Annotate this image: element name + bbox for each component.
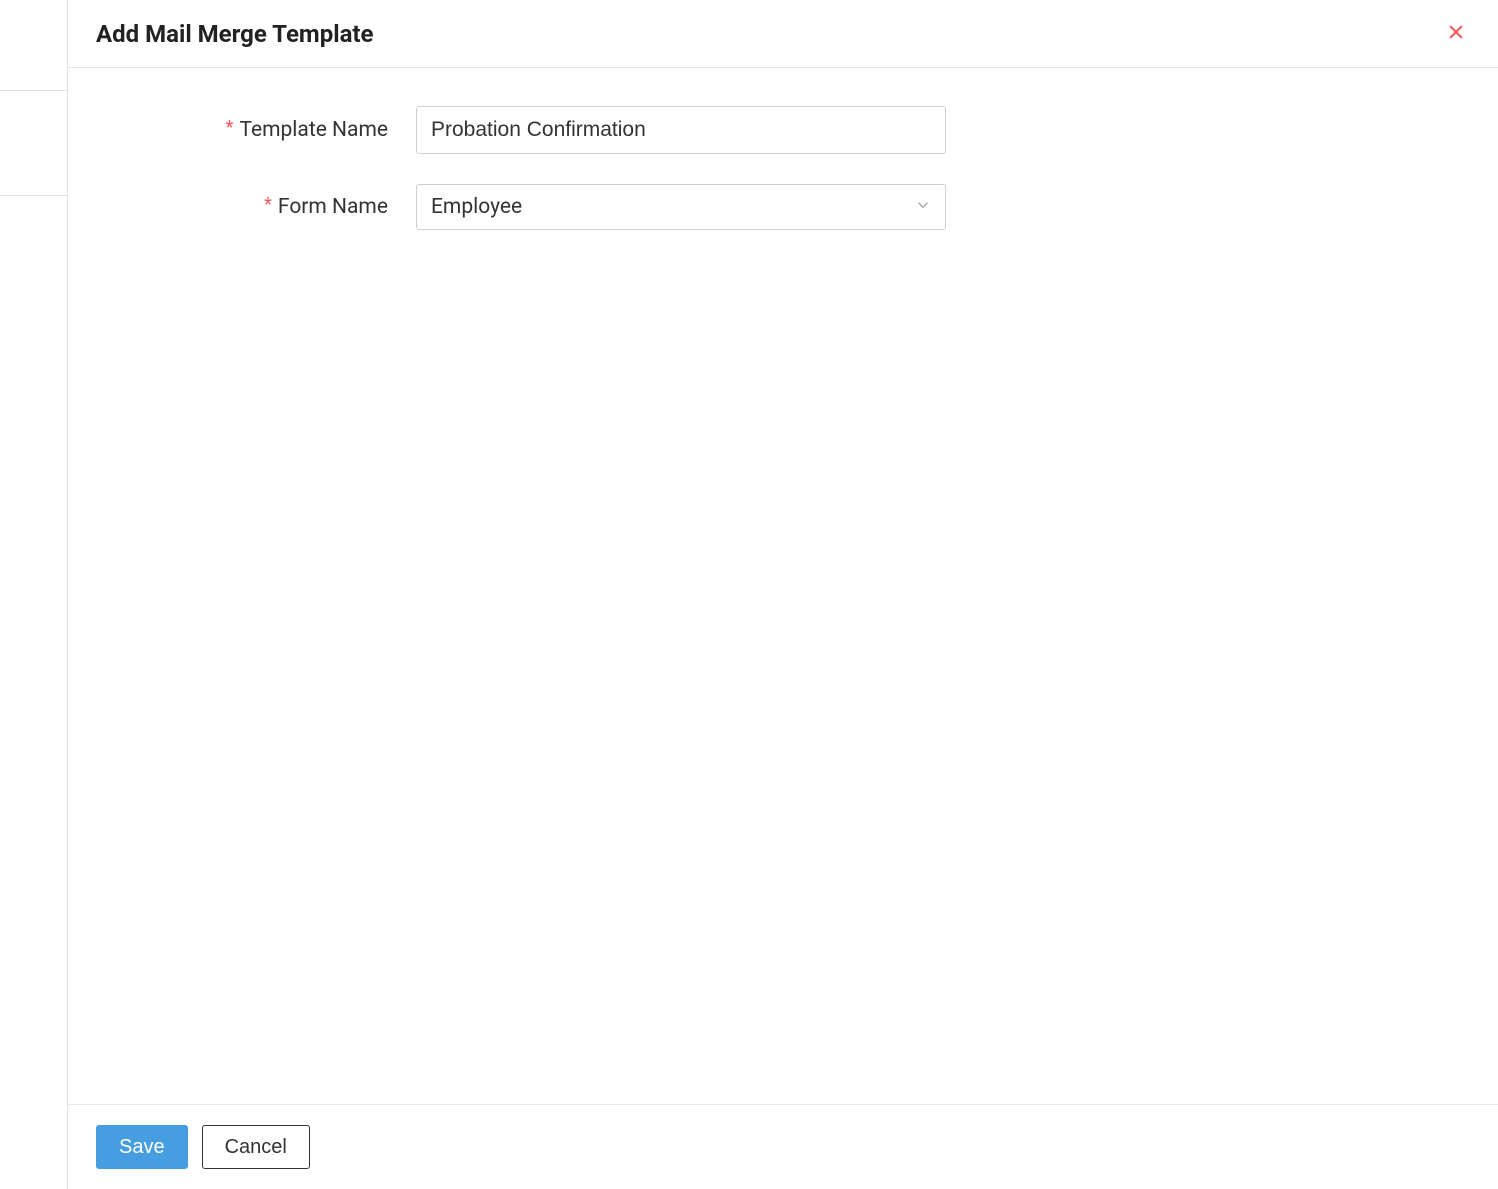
required-asterisk: * <box>264 196 272 214</box>
form-name-control: Employee <box>416 184 946 230</box>
template-name-label-wrap: * Template Name <box>96 118 416 142</box>
modal-panel: Add Mail Merge Template * Template Name <box>68 0 1498 1189</box>
close-button[interactable] <box>1442 18 1470 49</box>
form-name-selected-value: Employee <box>431 195 522 219</box>
save-button[interactable]: Save <box>96 1125 188 1169</box>
modal-title: Add Mail Merge Template <box>96 20 374 48</box>
page-wrapper: Add Mail Merge Template * Template Name <box>0 0 1498 1189</box>
template-name-input[interactable] <box>416 106 946 154</box>
form-name-select[interactable]: Employee <box>416 184 946 230</box>
modal-header: Add Mail Merge Template <box>68 0 1498 68</box>
close-icon <box>1446 22 1466 45</box>
template-name-label: Template Name <box>239 118 388 142</box>
template-name-control <box>416 106 946 154</box>
template-name-row: * Template Name <box>96 106 1470 154</box>
left-sidebar-stub <box>0 0 68 1189</box>
cancel-button[interactable]: Cancel <box>202 1125 310 1169</box>
form-name-row: * Form Name Employee <box>96 184 1470 230</box>
required-asterisk: * <box>226 119 234 137</box>
modal-body: * Template Name * Form Name Employee <box>68 68 1498 1104</box>
modal-footer: Save Cancel <box>68 1104 1498 1189</box>
form-name-label-wrap: * Form Name <box>96 195 416 219</box>
form-name-select-wrap: Employee <box>416 184 946 230</box>
form-name-label: Form Name <box>278 195 388 219</box>
